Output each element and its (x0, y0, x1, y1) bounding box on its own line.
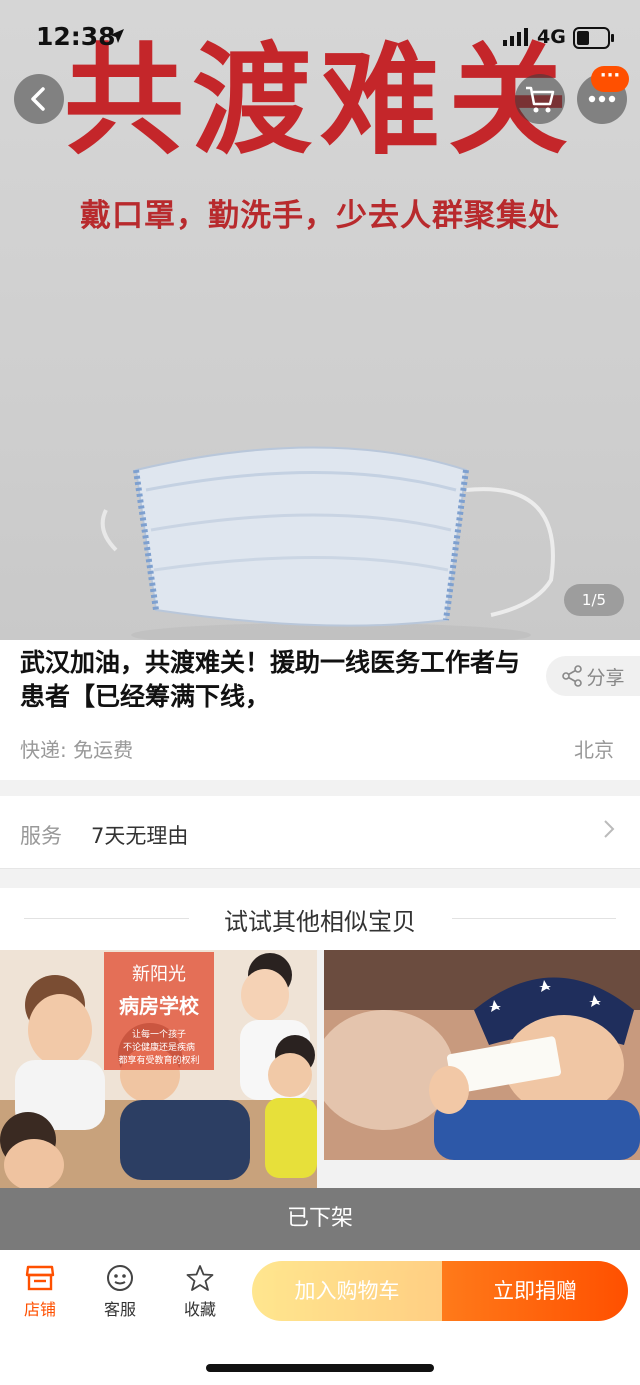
tab-favorite[interactable]: 收藏 (170, 1264, 230, 1320)
promo-name: 病房学校 (119, 994, 199, 1018)
off-shelf-banner: 已下架 (0, 1188, 640, 1250)
cart-button[interactable] (515, 74, 565, 124)
shipping-info: 快递: 免运费 (20, 738, 134, 762)
promo-text-1: 让每一个孩子 (131, 1030, 186, 1040)
share-icon (562, 665, 583, 687)
customer-service-icon (107, 1265, 133, 1291)
add-to-cart-button[interactable]: 加入购物车 (252, 1261, 442, 1321)
share-button[interactable]: 分享 (546, 656, 640, 696)
tab-shop[interactable]: 店铺 (10, 1264, 70, 1320)
tab-fav-label: 收藏 (183, 1300, 216, 1319)
notification-badge: ··· (591, 66, 629, 92)
signal-icon (503, 28, 528, 46)
status-time: 12:38 (36, 22, 116, 51)
star-icon (186, 1265, 214, 1291)
image-counter: 1/5 (564, 584, 624, 616)
promo-text-3: 都享有受教育的权利 (118, 1056, 200, 1066)
battery-icon (573, 27, 614, 49)
tab-customer-service[interactable]: 客服 (90, 1264, 150, 1320)
tab-service-label: 客服 (103, 1300, 136, 1319)
location-arrow-icon (110, 29, 124, 43)
hero-subtitle: 戴口罩，勤洗手，少去人群聚集处 (80, 198, 560, 234)
chevron-right-icon (604, 820, 615, 838)
home-indicator (206, 1364, 434, 1372)
face-mask-illustration (100, 446, 555, 640)
back-button[interactable] (14, 74, 64, 124)
donate-now-button[interactable]: 立即捐赠 (442, 1261, 628, 1321)
more-icon (588, 95, 616, 103)
similar-items-title: 试试其他相似宝贝 (224, 908, 416, 936)
similar-item-card[interactable]: 新阳光 病房学校 让每一个孩子 不论健康还是疾病 都享有受教育的权利 (0, 950, 317, 1190)
shop-icon (25, 1265, 55, 1291)
child-cap-photo (324, 950, 640, 1160)
status-bar: 12:38 4G (0, 0, 640, 76)
similar-item-card[interactable] (324, 950, 640, 1160)
chevron-left-icon (31, 87, 45, 111)
service-value: 7天无理由 (91, 824, 189, 848)
service-label: 服务 (20, 824, 62, 848)
network-type: 4G (537, 26, 566, 48)
cart-icon (526, 86, 555, 113)
share-label: 分享 (586, 666, 625, 689)
promo-overlay: 新阳光 病房学校 让每一个孩子 不论健康还是疾病 都享有受教育的权利 (104, 952, 214, 1070)
promo-text-2: 不论健康还是疾病 (122, 1043, 195, 1053)
product-title: 武汉加油，共渡难关！援助一线医务工作者与患者【已经筹满下线， (20, 648, 521, 711)
promo-logo: 新阳光 (132, 964, 186, 985)
shipping-location: 北京 (574, 738, 614, 762)
tab-shop-label: 店铺 (23, 1300, 56, 1319)
